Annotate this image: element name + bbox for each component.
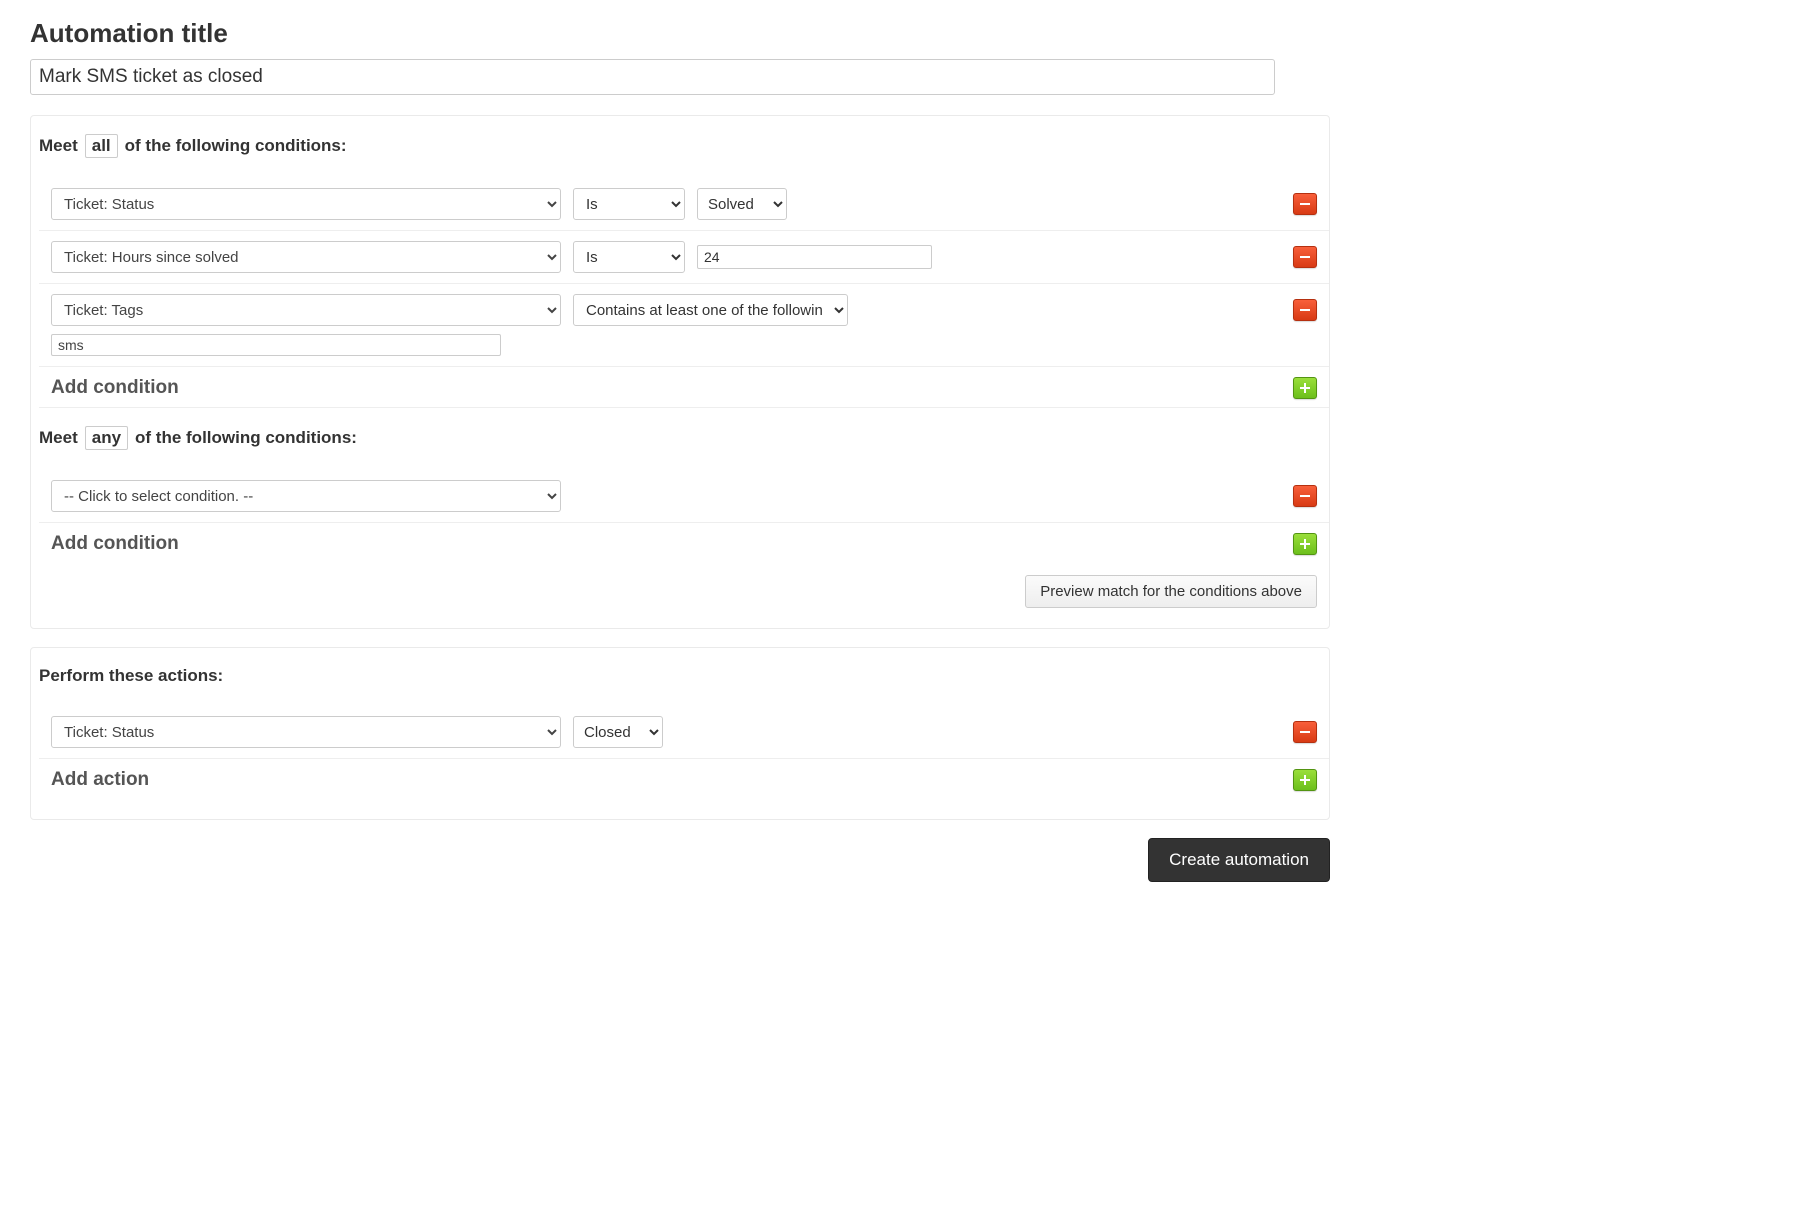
add-condition-row: Add condition [39, 523, 1329, 563]
actions-label: Perform these actions: [39, 666, 1329, 686]
minus-icon [1299, 490, 1311, 502]
minus-icon [1299, 251, 1311, 263]
condition-operator-select[interactable]: Is [573, 241, 685, 273]
plus-icon [1299, 538, 1311, 550]
meet-any-prefix: Meet [39, 428, 78, 448]
add-action-label: Add action [51, 769, 149, 791]
remove-condition-button[interactable] [1293, 485, 1317, 507]
condition-row: Ticket: Status Is Solved [39, 178, 1329, 231]
meet-all-chip: all [85, 134, 118, 158]
conditions-any-label: Meet any of the following conditions: [39, 426, 1329, 450]
add-condition-button[interactable] [1293, 533, 1317, 555]
plus-icon [1299, 382, 1311, 394]
remove-condition-button[interactable] [1293, 246, 1317, 268]
meet-all-suffix: of the following conditions: [125, 136, 347, 156]
condition-value-select[interactable]: Solved [697, 188, 787, 220]
conditions-all-label: Meet all of the following conditions: [39, 134, 1329, 158]
page-title: Automation title [30, 18, 1782, 49]
automation-title-input[interactable] [30, 59, 1275, 95]
condition-row-empty: -- Click to select condition. -- [39, 470, 1329, 523]
remove-condition-button[interactable] [1293, 299, 1317, 321]
remove-condition-button[interactable] [1293, 193, 1317, 215]
condition-tags-input[interactable] [51, 334, 501, 356]
action-row: Ticket: Status Closed [39, 706, 1329, 759]
condition-row: Ticket: Hours since solved Is [39, 231, 1329, 284]
minus-icon [1299, 304, 1311, 316]
meet-any-chip: any [85, 426, 128, 450]
add-condition-button[interactable] [1293, 377, 1317, 399]
add-condition-row: Add condition [39, 367, 1329, 408]
condition-field-select[interactable]: -- Click to select condition. -- [51, 480, 561, 512]
minus-icon [1299, 198, 1311, 210]
preview-match-button[interactable]: Preview match for the conditions above [1025, 575, 1317, 608]
conditions-panel: Meet all of the following conditions: Ti… [30, 115, 1330, 629]
create-automation-button[interactable]: Create automation [1148, 838, 1330, 882]
add-condition-label: Add condition [51, 533, 179, 555]
meet-any-suffix: of the following conditions: [135, 428, 357, 448]
condition-operator-select[interactable]: Is [573, 188, 685, 220]
condition-field-select[interactable]: Ticket: Tags [51, 294, 561, 326]
add-condition-label: Add condition [51, 377, 179, 399]
condition-row-tags: Ticket: Tags Contains at least one of th… [39, 284, 1329, 367]
condition-field-select[interactable]: Ticket: Hours since solved [51, 241, 561, 273]
remove-action-button[interactable] [1293, 721, 1317, 743]
add-action-row: Add action [39, 759, 1329, 799]
plus-icon [1299, 774, 1311, 786]
condition-operator-select[interactable]: Contains at least one of the following [573, 294, 848, 326]
action-value-select[interactable]: Closed [573, 716, 663, 748]
action-field-select[interactable]: Ticket: Status [51, 716, 561, 748]
preview-row: Preview match for the conditions above [31, 563, 1329, 608]
add-action-button[interactable] [1293, 769, 1317, 791]
actions-panel: Perform these actions: Ticket: Status Cl… [30, 647, 1330, 820]
minus-icon [1299, 726, 1311, 738]
create-row: Create automation [30, 838, 1330, 882]
condition-field-select[interactable]: Ticket: Status [51, 188, 561, 220]
condition-value-input[interactable] [697, 245, 932, 269]
meet-all-prefix: Meet [39, 136, 78, 156]
